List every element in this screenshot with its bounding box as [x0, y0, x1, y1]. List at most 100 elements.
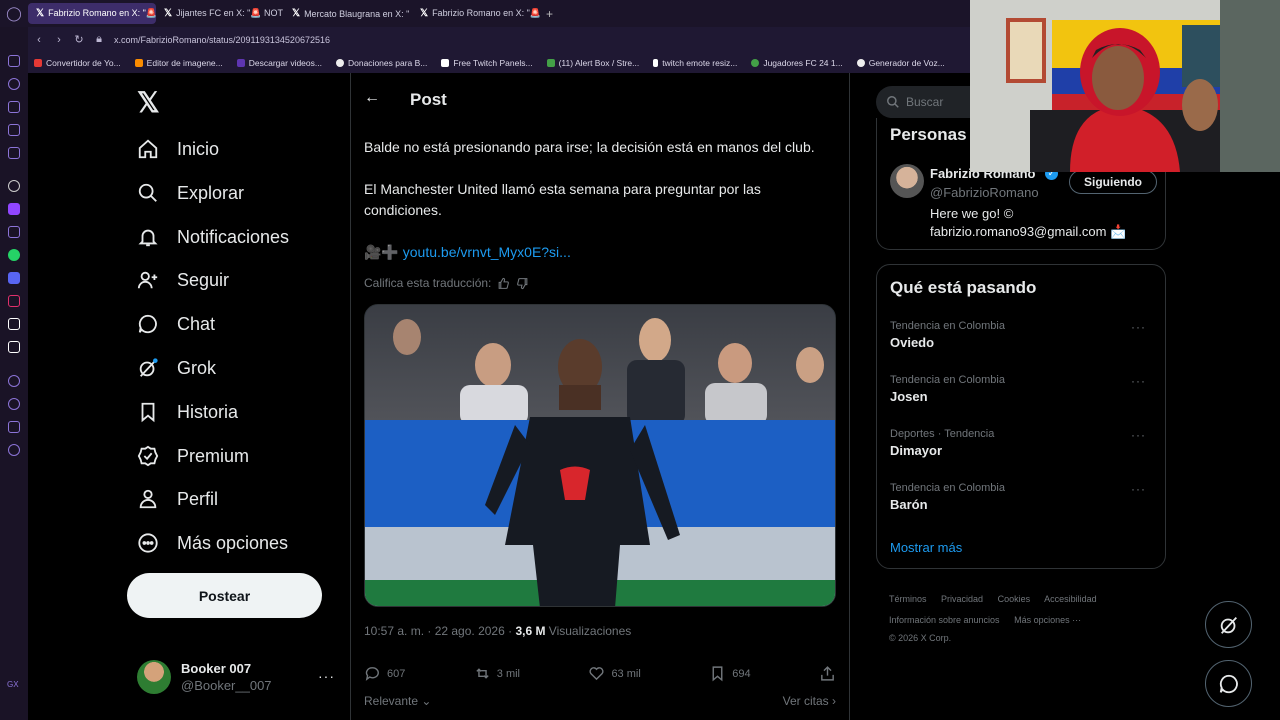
back-icon[interactable]: ‹	[34, 34, 44, 46]
sidebar-app-icon[interactable]	[8, 226, 20, 238]
nav-item-follow[interactable]: Seguir	[137, 269, 229, 291]
browser-tab-1[interactable]: 𝕏 Fabrizio Romano en X: "🚨	[28, 3, 156, 24]
forward-icon[interactable]: ›	[54, 34, 64, 46]
footer-link[interactable]: Más opciones ···	[1014, 615, 1081, 625]
back-arrow-icon[interactable]: ←	[364, 89, 380, 107]
user-handle: @Booker__007	[181, 678, 272, 693]
opera-logo-icon[interactable]: ◯	[0, 0, 28, 27]
settings-icon[interactable]	[8, 444, 20, 456]
chatgpt-icon[interactable]	[8, 180, 20, 192]
browser-tab-3[interactable]: 𝕏 Mercato Blaugrana en X: "	[284, 3, 412, 24]
account-switcher[interactable]: Booker 007 @Booker__007	[137, 660, 272, 694]
show-more-link[interactable]: Mostrar más	[890, 540, 962, 555]
nav-item-bookmarks[interactable]: Historia	[137, 401, 238, 423]
gx-icon: GX	[7, 680, 19, 689]
post-image[interactable]	[364, 304, 836, 607]
bookmark-button[interactable]: 694	[709, 665, 751, 682]
grok-icon	[139, 358, 158, 377]
trend-item[interactable]: Deportes · Tendencia Dimayor ···	[890, 428, 1156, 458]
trend-name: Josen	[890, 389, 928, 404]
twitch-icon[interactable]	[8, 203, 20, 215]
reload-icon[interactable]: ↻	[74, 33, 84, 46]
repost-button[interactable]: 3 mil	[474, 665, 520, 682]
grok-floating-button[interactable]	[1205, 601, 1252, 648]
footer-link[interactable]: Términos	[889, 594, 927, 604]
address-bar: ‹ › ↻ 🔒︎ x.com/FabrizioRomano/status/209…	[28, 27, 970, 52]
sidebar-app-icon[interactable]	[8, 55, 20, 67]
nav-item-home[interactable]: Inicio	[137, 138, 219, 160]
nav-item-more[interactable]: Más opciones	[137, 532, 288, 554]
bookmark-item[interactable]: Convertidor de Yo...	[34, 58, 121, 68]
search-input[interactable]: Buscar	[876, 86, 976, 118]
footer-link[interactable]: Privacidad	[941, 594, 983, 604]
browser-tab-4[interactable]: 𝕏 Fabrizio Romano en X: "🚨 (	[412, 3, 540, 24]
history-icon[interactable]	[8, 398, 20, 410]
sidebar-app-icon[interactable]	[8, 375, 20, 387]
sidebar-app-icon[interactable]	[8, 421, 20, 433]
nav-item-profile[interactable]: Perfil	[137, 488, 218, 510]
share-button[interactable]	[819, 665, 836, 682]
footer-link[interactable]: Accesibilidad	[1044, 594, 1097, 604]
post-link[interactable]: youtu.be/vrnvt_Myx0E?si...	[403, 244, 571, 260]
chat-icon	[138, 314, 157, 334]
trend-category: Deportes · Tendencia	[890, 428, 995, 440]
nav-item-grok[interactable]: Grok	[137, 357, 216, 379]
views-count: 3,6 M	[515, 624, 546, 638]
bookmark-item[interactable]: Generador de Voz...	[856, 58, 945, 68]
post-timestamp[interactable]: 10:57 a. m. · 22 ago. 2026 ·	[364, 624, 515, 638]
reply-button[interactable]: 607	[364, 665, 405, 682]
trend-item[interactable]: Tendencia en Colombia Barón ···	[890, 482, 1156, 512]
trending-card: Qué está pasando Tendencia en Colombia O…	[876, 264, 1166, 569]
instagram-icon[interactable]	[8, 295, 20, 307]
trend-item[interactable]: Tendencia en Colombia Josen ···	[890, 374, 1156, 404]
sidebar-app-icon[interactable]	[8, 101, 20, 113]
sort-label: Relevante	[364, 694, 419, 708]
post-button[interactable]: Postear	[127, 573, 322, 618]
account-more-icon[interactable]: ···	[318, 668, 335, 684]
url-field[interactable]: x.com/FabrizioRomano/status/209119313452…	[114, 35, 330, 45]
more-icon[interactable]: ···	[1131, 428, 1146, 442]
avatar[interactable]	[890, 164, 924, 198]
footer-link[interactable]: Información sobre anuncios	[889, 615, 1000, 625]
bookmark-item[interactable]: Editor de imagene...	[134, 58, 223, 68]
trend-name: Dimayor	[890, 443, 943, 458]
like-button[interactable]: 63 mil	[588, 665, 641, 682]
sidebar-app-icon[interactable]	[8, 78, 20, 90]
rate-translation-label: Califica esta traducción:	[364, 276, 492, 290]
trend-item[interactable]: Tendencia en Colombia Oviedo ···	[890, 320, 1156, 350]
view-quotes-link[interactable]: Ver citas ›	[783, 694, 836, 708]
sort-dropdown[interactable]: Relevante ⌄	[364, 694, 431, 708]
browser-tab-2[interactable]: 𝕏 Jijantes FC en X: "🚨 NOT	[156, 3, 284, 24]
bookmark-item[interactable]: Jugadores FC 24 1...	[751, 58, 843, 68]
more-icon[interactable]: ···	[1131, 320, 1146, 334]
x-logo-icon[interactable]: 𝕏	[137, 86, 160, 119]
footer-link[interactable]: Cookies	[998, 594, 1031, 604]
nav-item-explore[interactable]: Explorar	[137, 182, 244, 204]
bookmark-favicon-icon	[236, 58, 245, 67]
whatsapp-icon[interactable]	[8, 249, 20, 261]
nav-item-notifications[interactable]: Notificaciones	[137, 226, 289, 248]
bookmark-item[interactable]: Descargar videos...	[236, 58, 322, 68]
repost-icon	[476, 668, 489, 679]
bell-icon	[138, 229, 158, 247]
bookmark-item[interactable]: Donaciones para B...	[335, 58, 427, 68]
nav-item-premium[interactable]: Premium	[137, 445, 249, 467]
thumbs-up-icon[interactable]	[497, 277, 510, 290]
bookmark-item[interactable]: Free Twitch Panels...	[441, 58, 533, 68]
following-button[interactable]: Siguiendo	[1069, 170, 1157, 194]
bookmark-item[interactable]: (11) Alert Box / Stre...	[546, 58, 639, 68]
thumbs-down-icon[interactable]	[516, 277, 529, 290]
messages-floating-button[interactable]	[1205, 660, 1252, 707]
more-icon[interactable]: ···	[1131, 482, 1146, 496]
sidebar-app-icon[interactable]	[8, 147, 20, 159]
copyright: © 2026 X Corp.	[889, 633, 952, 643]
bookmark-item[interactable]: twitch emote resiz...	[653, 58, 737, 68]
x-app-icon[interactable]	[8, 341, 20, 353]
sidebar-app-icon[interactable]	[8, 124, 20, 136]
more-icon[interactable]: ···	[1131, 374, 1146, 388]
profile-icon	[139, 489, 157, 509]
nav-item-chat[interactable]: Chat	[137, 313, 215, 335]
tiktok-icon[interactable]	[8, 318, 20, 330]
discord-icon[interactable]	[8, 272, 20, 284]
new-tab-icon[interactable]: +	[540, 7, 559, 21]
